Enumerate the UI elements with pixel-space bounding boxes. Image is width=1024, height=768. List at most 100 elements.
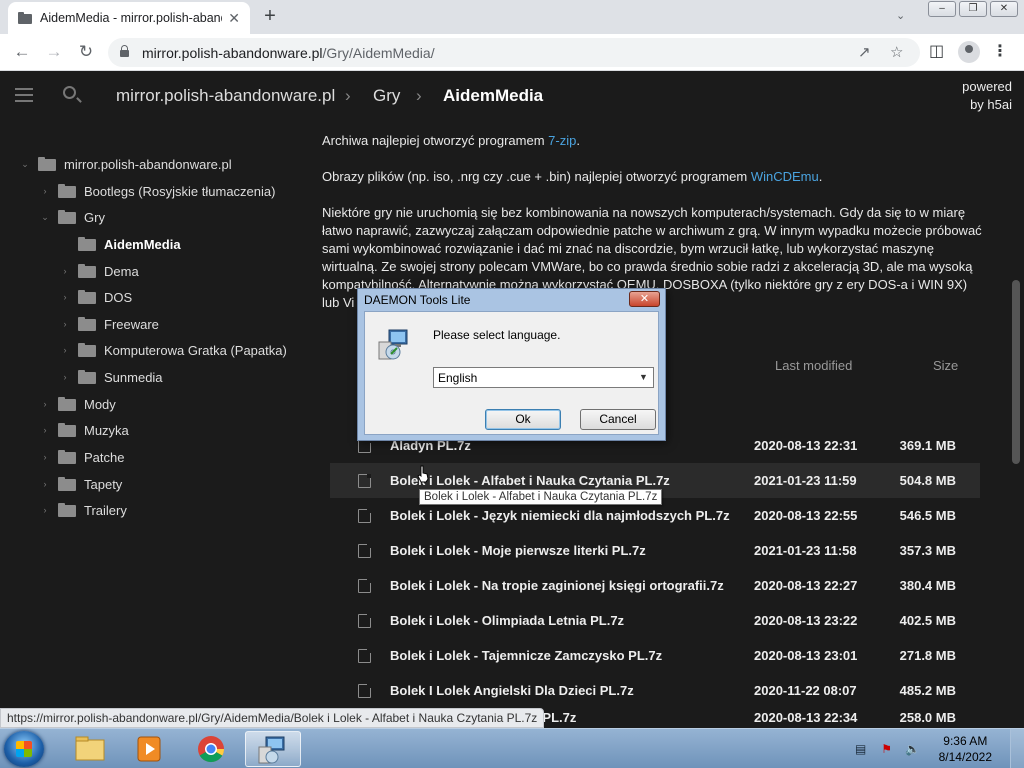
- folder-icon: [78, 237, 96, 251]
- breadcrumb-current[interactable]: AidemMedia: [443, 86, 543, 106]
- link-wincdemu[interactable]: WinCDEmu: [751, 169, 819, 184]
- info-paragraph-wincdemu: Obrazy plików (np. iso, .nrg czy .cue + …: [322, 169, 823, 184]
- media-player-taskbar-button[interactable]: [122, 731, 178, 767]
- scrollbar-thumb[interactable]: [1012, 280, 1020, 464]
- lock-icon: [120, 45, 129, 57]
- folder-explorer-icon: [75, 736, 105, 761]
- ok-button[interactable]: Ok: [485, 409, 561, 430]
- bookmark-star-icon[interactable]: ☆: [890, 43, 903, 61]
- profile-avatar-icon[interactable]: [958, 41, 980, 63]
- tree-item-gry[interactable]: ⌄ Gry: [38, 207, 105, 227]
- tree-item-dos[interactable]: › DOS: [58, 287, 133, 307]
- start-button[interactable]: [4, 731, 44, 767]
- share-icon[interactable]: ↗: [858, 43, 871, 61]
- explorer-taskbar-button[interactable]: [62, 731, 118, 767]
- folder-icon: [58, 397, 76, 411]
- back-arrow-icon[interactable]: ←: [10, 41, 34, 63]
- breadcrumb-separator-icon: ›: [345, 86, 351, 105]
- restore-window-button[interactable]: ❐: [959, 1, 987, 17]
- network-icon[interactable]: ▤: [853, 741, 869, 757]
- tree-item-trailery[interactable]: › Trailery: [38, 500, 127, 520]
- media-player-icon: [137, 736, 161, 762]
- daemon-tools-taskbar-button[interactable]: [245, 731, 301, 767]
- folder-icon: [58, 450, 76, 464]
- windows-taskbar: ▤ ⚑ 🔈 9:36 AM 8/14/2022: [0, 728, 1024, 768]
- dialog-message: Please select language.: [433, 328, 561, 342]
- folder-icon: [78, 343, 96, 357]
- breadcrumb-separator-icon: ›: [416, 86, 422, 105]
- file-icon: [358, 578, 371, 593]
- column-header-modified[interactable]: Last modified: [775, 357, 852, 375]
- folder-icon: [58, 477, 76, 491]
- action-center-flag-icon[interactable]: ⚑: [879, 741, 895, 757]
- expand-caret-icon[interactable]: ⌄: [18, 159, 32, 170]
- file-row[interactable]: Bolek I Lolek Angielski Dla Dzieci PL.7z…: [330, 673, 980, 708]
- tree-item-bootlegs[interactable]: › Bootlegs (Rosyjskie tłumaczenia): [38, 181, 276, 201]
- filename-tooltip: Bolek i Lolek - Alfabet i Nauka Czytania…: [419, 489, 663, 505]
- show-desktop-button[interactable]: [1010, 729, 1024, 768]
- search-icon[interactable]: [63, 86, 76, 99]
- side-panel-icon[interactable]: ◫: [929, 41, 944, 61]
- dialog-title: DAEMON Tools Lite: [364, 293, 471, 307]
- folder-icon: [78, 290, 96, 304]
- file-row[interactable]: Bolek i Lolek - Tajemnicze Zamczysko PL.…: [330, 638, 980, 673]
- tab-close-icon[interactable]: ✕: [228, 10, 240, 27]
- installer-icon: [258, 736, 285, 764]
- folder-icon: [58, 184, 76, 198]
- minimize-window-button[interactable]: –: [928, 1, 956, 17]
- tree-item-mody[interactable]: › Mody: [38, 394, 116, 414]
- tree-item-sunmedia[interactable]: › Sunmedia: [58, 367, 163, 387]
- dialog-body: Please select language. English ▼ Ok Can…: [364, 311, 659, 435]
- file-icon: [358, 613, 371, 628]
- dropdown-arrow-icon[interactable]: ▼: [637, 370, 650, 385]
- info-paragraph-7zip: Archiwa najlepiej otworzyć programem 7-z…: [322, 133, 580, 148]
- language-select[interactable]: English ▼: [433, 367, 654, 388]
- close-window-button[interactable]: ✕: [990, 1, 1018, 17]
- tree-item-muzyka[interactable]: › Muzyka: [38, 420, 129, 440]
- tab-search-chevron-icon[interactable]: ⌄: [896, 9, 905, 22]
- folder-tree: ⌄ mirror.polish-abandonware.pl › Bootleg…: [0, 121, 300, 706]
- menu-hamburger-icon[interactable]: [15, 88, 33, 102]
- browser-tab[interactable]: AidemMedia - mirror.polish-abandonware.p…: [8, 2, 250, 34]
- browser-tab-strip: AidemMedia - mirror.polish-abandonware.p…: [0, 0, 1024, 34]
- expand-caret-icon[interactable]: ⌄: [38, 212, 52, 223]
- forward-arrow-icon[interactable]: →: [42, 41, 66, 63]
- tree-item-freeware[interactable]: › Freeware: [58, 314, 159, 334]
- tree-item-root[interactable]: ⌄ mirror.polish-abandonware.pl: [18, 154, 231, 174]
- file-row[interactable]: Bolek i Lolek - Moje pierwsze literki PL…: [330, 533, 980, 568]
- chrome-taskbar-button[interactable]: [183, 731, 239, 767]
- installer-computer-icon: [378, 329, 408, 360]
- system-clock[interactable]: 9:36 AM 8/14/2022: [939, 733, 992, 765]
- folder-favicon-icon: [18, 12, 32, 24]
- reload-icon[interactable]: ↻: [74, 41, 98, 63]
- tree-item-dema[interactable]: › Dema: [58, 261, 139, 281]
- menu-kebab-icon[interactable]: ⋮: [992, 41, 1008, 61]
- breadcrumb-root[interactable]: mirror.polish-abandonware.pl: [116, 86, 335, 106]
- tree-item-aidemmedia[interactable]: AidemMedia: [58, 234, 181, 254]
- new-tab-button[interactable]: +: [259, 5, 281, 27]
- link-7zip[interactable]: 7-zip: [548, 133, 576, 148]
- tree-item-tapety[interactable]: › Tapety: [38, 474, 123, 494]
- file-row[interactable]: Bolek i Lolek - Na tropie zaginionej ksi…: [330, 568, 980, 603]
- breadcrumb-gry[interactable]: Gry: [373, 86, 400, 106]
- column-header-size[interactable]: Size: [933, 357, 958, 375]
- folder-icon: [38, 157, 56, 171]
- powered-by: powered by h5ai: [962, 79, 1012, 112]
- tree-item-patche[interactable]: › Patche: [38, 447, 125, 467]
- dialog-close-button[interactable]: ✕: [629, 291, 660, 307]
- folder-icon: [58, 423, 76, 437]
- file-row[interactable]: Bolek i Lolek - Olimpiada Letnia PL.7z 2…: [330, 603, 980, 638]
- hand-cursor-icon: [417, 465, 429, 483]
- url-text[interactable]: mirror.polish-abandonware.pl/Gry/AidemMe…: [142, 45, 435, 61]
- tree-item-komputerowa-gratka[interactable]: › Komputerowa Gratka (Papatka): [58, 340, 287, 360]
- address-bar[interactable]: mirror.polish-abandonware.pl/Gry/AidemMe…: [108, 38, 920, 67]
- browser-toolbar: ← → ↻ mirror.polish-abandonware.pl/Gry/A…: [0, 34, 1024, 71]
- status-url-bubble: https://mirror.polish-abandonware.pl/Gry…: [0, 708, 545, 728]
- file-icon: [358, 473, 371, 488]
- file-icon: [358, 683, 371, 698]
- folder-icon: [58, 503, 76, 517]
- folder-icon: [58, 210, 76, 224]
- volume-icon[interactable]: 🔈: [905, 741, 921, 757]
- cancel-button[interactable]: Cancel: [580, 409, 656, 430]
- tab-title: AidemMedia - mirror.polish-abandonware.p…: [40, 11, 222, 25]
